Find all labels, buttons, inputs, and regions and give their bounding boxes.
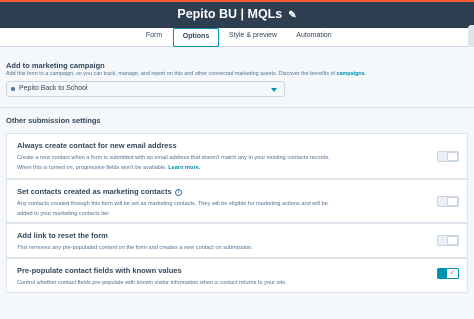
setting-title-text: Set contacts created as marketing contac…	[17, 187, 172, 196]
setting-description-text: When this is turned on, progressive fiel…	[17, 165, 167, 171]
check-icon: ✓	[449, 268, 456, 277]
setting-card-prepopulate: Pre-populate contact fields with known v…	[6, 258, 468, 293]
toggle-knob	[447, 152, 458, 161]
setting-title: Set contacts created as marketing contac…	[17, 187, 182, 196]
pencil-icon[interactable]: ✎	[288, 10, 296, 21]
tab-automation[interactable]: Automation	[290, 28, 338, 47]
setting-description-line: added to your marketing contacts tier.	[17, 211, 111, 217]
campaign-dot-icon	[11, 87, 15, 91]
chevron-down-icon[interactable]	[271, 88, 277, 92]
learn-more-link[interactable]: Learn more.	[168, 165, 200, 171]
reset-link-toggle[interactable]	[437, 235, 459, 246]
tab-options[interactable]: Options	[173, 28, 219, 47]
setting-card-reset-link: Add link to reset the form This removes …	[6, 223, 468, 258]
campaign-section-title: Add to marketing campaign	[6, 61, 105, 70]
panel-handle[interactable]	[468, 25, 474, 47]
campaign-select-value: Pepito Back to School	[19, 85, 88, 92]
setting-title: Add link to reset the form	[17, 231, 108, 240]
setting-description: This removes any pre-populated content o…	[17, 243, 427, 253]
campaign-help-text: Add this form to a campaign, so you can …	[6, 71, 366, 77]
setting-description-line: Control whether contact fields pre-popul…	[17, 280, 287, 286]
setting-description: Create a new contact when a form is subm…	[17, 153, 427, 173]
campaign-help-end: .	[364, 71, 367, 77]
campaigns-link[interactable]: campaigns	[337, 71, 365, 77]
setting-description-line: When this is turned on, progressive fiel…	[17, 163, 427, 173]
form-title: Pepito BU | MQLs ✎	[0, 7, 474, 21]
tab-style-preview[interactable]: Style & preview	[225, 28, 281, 47]
toggle-knob	[447, 197, 458, 206]
always-create-contact-toggle[interactable]	[437, 151, 459, 162]
info-icon[interactable]: i	[174, 189, 182, 196]
header-bar: Pepito BU | MQLs ✎	[0, 0, 474, 28]
setting-description-line: This removes any pre-populated content o…	[17, 245, 253, 251]
setting-title: Always create contact for new email addr…	[17, 141, 177, 150]
campaign-help-body: Add this form to a campaign, so you can …	[6, 71, 336, 77]
tab-bar: Form Options Style & preview Automation	[0, 28, 474, 47]
prepopulate-toggle[interactable]: ✓	[437, 268, 459, 279]
section-divider	[0, 107, 474, 108]
other-settings-title: Other submission settings	[6, 116, 101, 125]
setting-description-line: Any contacts created through this form w…	[17, 201, 328, 207]
form-title-text: Pepito BU | MQLs	[177, 7, 283, 21]
campaign-select[interactable]: Pepito Back to School	[6, 81, 285, 97]
brand-accent-stripe	[0, 0, 474, 2]
setting-title: Pre-populate contact fields with known v…	[17, 266, 182, 275]
setting-description: Any contacts created through this form w…	[17, 199, 427, 219]
toggle-knob	[447, 236, 458, 245]
setting-description-line: Create a new contact when a form is subm…	[17, 155, 330, 161]
setting-card-always-create-contact: Always create contact for new email addr…	[6, 133, 468, 179]
setting-description: Control whether contact fields pre-popul…	[17, 278, 427, 288]
setting-card-marketing-contacts: Set contacts created as marketing contac…	[6, 179, 468, 223]
marketing-contacts-toggle[interactable]	[437, 196, 459, 207]
tab-form[interactable]: Form	[138, 28, 170, 47]
